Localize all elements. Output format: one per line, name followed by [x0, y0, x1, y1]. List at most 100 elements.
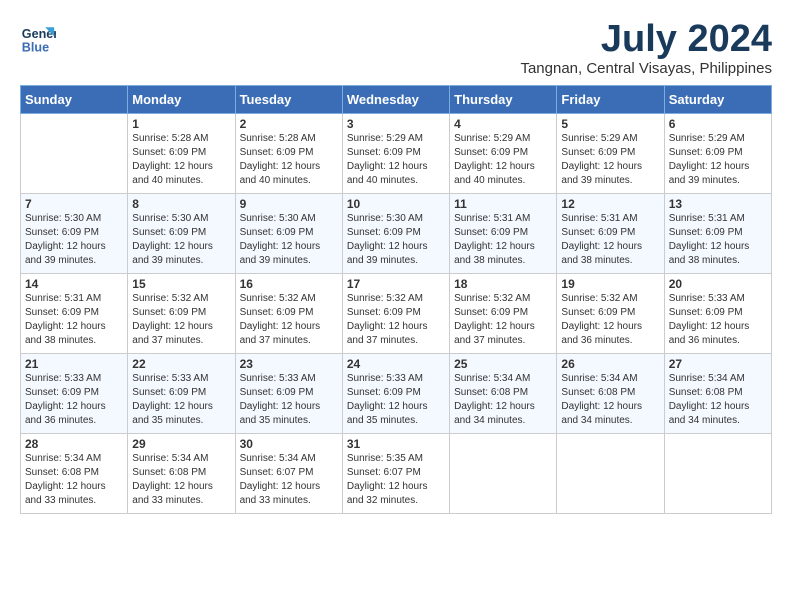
weekday-header-row: Sunday Monday Tuesday Wednesday Thursday…	[21, 86, 772, 114]
header-friday: Friday	[557, 86, 664, 114]
sunrise-text: Sunrise: 5:31 AM	[25, 293, 101, 304]
calendar-cell	[664, 434, 771, 514]
sunrise-text: Sunrise: 5:29 AM	[561, 133, 637, 144]
calendar-cell: 4 Sunrise: 5:29 AM Sunset: 6:09 PM Dayli…	[450, 114, 557, 194]
sunset-text: Sunset: 6:07 PM	[240, 467, 314, 478]
day-info: Sunrise: 5:33 AM Sunset: 6:09 PM Dayligh…	[347, 372, 445, 428]
header-thursday: Thursday	[450, 86, 557, 114]
day-number: 4	[454, 117, 552, 131]
day-info: Sunrise: 5:33 AM Sunset: 6:09 PM Dayligh…	[25, 372, 123, 428]
calendar-cell: 14 Sunrise: 5:31 AM Sunset: 6:09 PM Dayl…	[21, 274, 128, 354]
sunrise-text: Sunrise: 5:33 AM	[240, 373, 316, 384]
day-number: 27	[669, 357, 767, 371]
sunset-text: Sunset: 6:09 PM	[454, 227, 528, 238]
logo-icon: General Blue	[20, 20, 56, 56]
calendar-cell: 18 Sunrise: 5:32 AM Sunset: 6:09 PM Dayl…	[450, 274, 557, 354]
sunset-text: Sunset: 6:08 PM	[669, 387, 743, 398]
day-info: Sunrise: 5:29 AM Sunset: 6:09 PM Dayligh…	[561, 132, 659, 188]
header: General Blue July 2024 Tangnan, Central …	[20, 20, 772, 77]
daylight-text: Daylight: 12 hours and 38 minutes.	[561, 241, 642, 266]
day-number: 7	[25, 197, 123, 211]
sunset-text: Sunset: 6:09 PM	[347, 227, 421, 238]
daylight-text: Daylight: 12 hours and 35 minutes.	[347, 401, 428, 426]
day-info: Sunrise: 5:33 AM Sunset: 6:09 PM Dayligh…	[669, 292, 767, 348]
sunset-text: Sunset: 6:09 PM	[347, 387, 421, 398]
daylight-text: Daylight: 12 hours and 39 minutes.	[669, 161, 750, 186]
day-number: 30	[240, 437, 338, 451]
sunset-text: Sunset: 6:09 PM	[132, 227, 206, 238]
daylight-text: Daylight: 12 hours and 37 minutes.	[240, 321, 321, 346]
day-number: 13	[669, 197, 767, 211]
sunset-text: Sunset: 6:09 PM	[561, 307, 635, 318]
logo: General Blue	[20, 20, 56, 56]
daylight-text: Daylight: 12 hours and 34 minutes.	[669, 401, 750, 426]
sunset-text: Sunset: 6:09 PM	[561, 147, 635, 158]
daylight-text: Daylight: 12 hours and 39 minutes.	[25, 241, 106, 266]
sunrise-text: Sunrise: 5:34 AM	[25, 453, 101, 464]
sunset-text: Sunset: 6:09 PM	[25, 227, 99, 238]
daylight-text: Daylight: 12 hours and 36 minutes.	[561, 321, 642, 346]
calendar-cell: 17 Sunrise: 5:32 AM Sunset: 6:09 PM Dayl…	[342, 274, 449, 354]
week-row-1: 1 Sunrise: 5:28 AM Sunset: 6:09 PM Dayli…	[21, 114, 772, 194]
week-row-2: 7 Sunrise: 5:30 AM Sunset: 6:09 PM Dayli…	[21, 194, 772, 274]
day-number: 31	[347, 437, 445, 451]
calendar-cell: 9 Sunrise: 5:30 AM Sunset: 6:09 PM Dayli…	[235, 194, 342, 274]
day-number: 1	[132, 117, 230, 131]
sunrise-text: Sunrise: 5:34 AM	[240, 453, 316, 464]
sunset-text: Sunset: 6:09 PM	[347, 147, 421, 158]
calendar-cell: 21 Sunrise: 5:33 AM Sunset: 6:09 PM Dayl…	[21, 354, 128, 434]
sunrise-text: Sunrise: 5:29 AM	[454, 133, 530, 144]
calendar-cell: 23 Sunrise: 5:33 AM Sunset: 6:09 PM Dayl…	[235, 354, 342, 434]
sunrise-text: Sunrise: 5:30 AM	[25, 213, 101, 224]
day-number: 20	[669, 277, 767, 291]
sunrise-text: Sunrise: 5:28 AM	[132, 133, 208, 144]
day-number: 9	[240, 197, 338, 211]
day-info: Sunrise: 5:33 AM Sunset: 6:09 PM Dayligh…	[240, 372, 338, 428]
daylight-text: Daylight: 12 hours and 39 minutes.	[561, 161, 642, 186]
calendar-cell: 5 Sunrise: 5:29 AM Sunset: 6:09 PM Dayli…	[557, 114, 664, 194]
daylight-text: Daylight: 12 hours and 38 minutes.	[454, 241, 535, 266]
calendar-cell: 11 Sunrise: 5:31 AM Sunset: 6:09 PM Dayl…	[450, 194, 557, 274]
day-number: 21	[25, 357, 123, 371]
sunrise-text: Sunrise: 5:32 AM	[561, 293, 637, 304]
sunrise-text: Sunrise: 5:31 AM	[561, 213, 637, 224]
sunrise-text: Sunrise: 5:33 AM	[347, 373, 423, 384]
sunrise-text: Sunrise: 5:29 AM	[669, 133, 745, 144]
day-number: 23	[240, 357, 338, 371]
day-info: Sunrise: 5:31 AM Sunset: 6:09 PM Dayligh…	[669, 212, 767, 268]
sunrise-text: Sunrise: 5:32 AM	[347, 293, 423, 304]
day-info: Sunrise: 5:34 AM Sunset: 6:08 PM Dayligh…	[25, 452, 123, 508]
daylight-text: Daylight: 12 hours and 32 minutes.	[347, 481, 428, 506]
calendar-cell: 12 Sunrise: 5:31 AM Sunset: 6:09 PM Dayl…	[557, 194, 664, 274]
sunset-text: Sunset: 6:09 PM	[132, 147, 206, 158]
day-number: 17	[347, 277, 445, 291]
sunrise-text: Sunrise: 5:30 AM	[132, 213, 208, 224]
day-number: 6	[669, 117, 767, 131]
calendar-cell: 1 Sunrise: 5:28 AM Sunset: 6:09 PM Dayli…	[128, 114, 235, 194]
sunrise-text: Sunrise: 5:31 AM	[454, 213, 530, 224]
day-info: Sunrise: 5:29 AM Sunset: 6:09 PM Dayligh…	[347, 132, 445, 188]
sunset-text: Sunset: 6:09 PM	[454, 147, 528, 158]
calendar-cell: 25 Sunrise: 5:34 AM Sunset: 6:08 PM Dayl…	[450, 354, 557, 434]
calendar-table: Sunday Monday Tuesday Wednesday Thursday…	[20, 85, 772, 514]
sunset-text: Sunset: 6:09 PM	[240, 227, 314, 238]
day-info: Sunrise: 5:31 AM Sunset: 6:09 PM Dayligh…	[561, 212, 659, 268]
day-number: 18	[454, 277, 552, 291]
sunrise-text: Sunrise: 5:34 AM	[669, 373, 745, 384]
daylight-text: Daylight: 12 hours and 39 minutes.	[132, 241, 213, 266]
day-info: Sunrise: 5:34 AM Sunset: 6:08 PM Dayligh…	[669, 372, 767, 428]
sunrise-text: Sunrise: 5:29 AM	[347, 133, 423, 144]
day-info: Sunrise: 5:33 AM Sunset: 6:09 PM Dayligh…	[132, 372, 230, 428]
daylight-text: Daylight: 12 hours and 39 minutes.	[347, 241, 428, 266]
calendar-cell: 20 Sunrise: 5:33 AM Sunset: 6:09 PM Dayl…	[664, 274, 771, 354]
sunset-text: Sunset: 6:09 PM	[347, 307, 421, 318]
sunset-text: Sunset: 6:09 PM	[240, 147, 314, 158]
daylight-text: Daylight: 12 hours and 38 minutes.	[669, 241, 750, 266]
day-number: 28	[25, 437, 123, 451]
daylight-text: Daylight: 12 hours and 33 minutes.	[240, 481, 321, 506]
day-info: Sunrise: 5:28 AM Sunset: 6:09 PM Dayligh…	[132, 132, 230, 188]
day-info: Sunrise: 5:30 AM Sunset: 6:09 PM Dayligh…	[347, 212, 445, 268]
sunrise-text: Sunrise: 5:33 AM	[669, 293, 745, 304]
day-number: 26	[561, 357, 659, 371]
sunrise-text: Sunrise: 5:28 AM	[240, 133, 316, 144]
